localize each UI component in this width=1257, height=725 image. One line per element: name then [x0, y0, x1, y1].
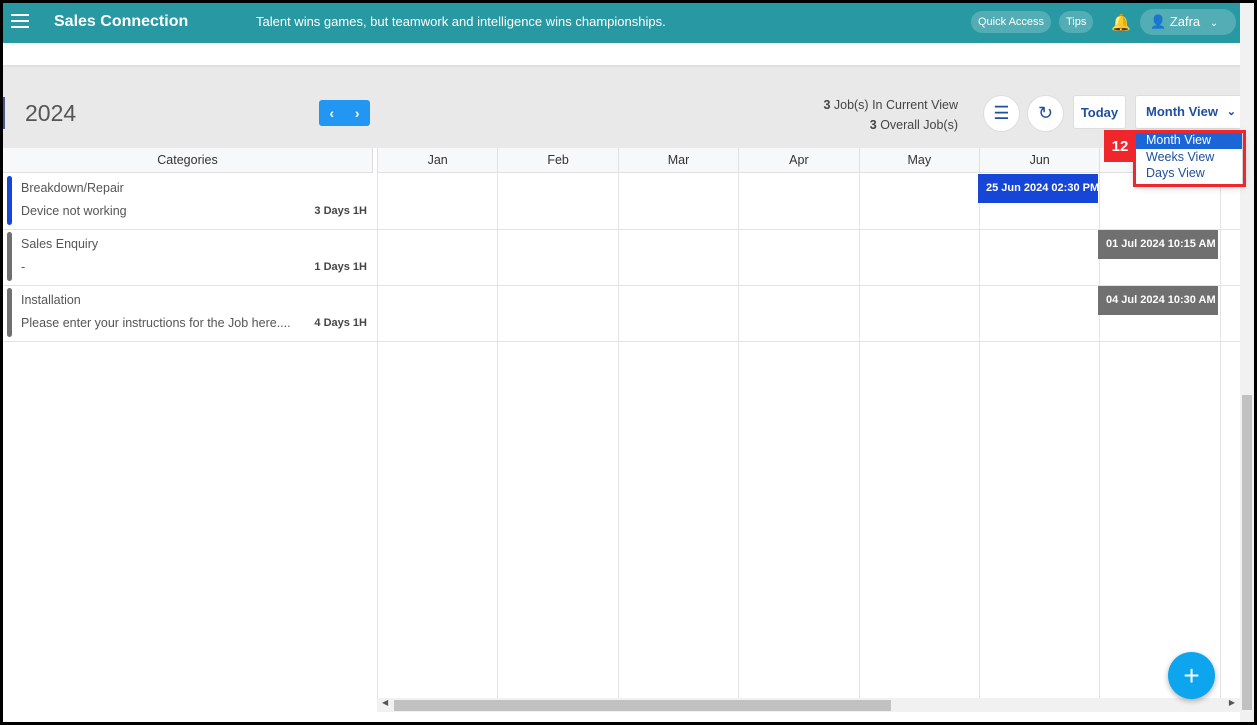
category-duration: 4 Days 1H	[314, 317, 367, 329]
job-event[interactable]: 01 Jul 2024 10:15 AM	[1098, 230, 1218, 259]
column-divider	[1219, 173, 1221, 698]
vertical-scroll-thumb[interactable]	[1242, 395, 1252, 710]
month-header: Mar	[617, 148, 739, 173]
annotation-badge: 12	[1104, 130, 1136, 162]
refresh-icon: ↻	[1037, 103, 1054, 123]
column-divider	[497, 173, 499, 698]
bell-icon[interactable]: 🔔	[1111, 13, 1131, 33]
category-color-bar	[7, 288, 12, 337]
scroll-right-icon[interactable]: ▶	[1229, 698, 1235, 707]
row-divider	[3, 341, 1240, 342]
filter-icon: ☰	[993, 103, 1010, 123]
category-color-bar	[7, 232, 12, 281]
today-button[interactable]: Today	[1073, 95, 1126, 129]
sub-header-strip	[3, 43, 1240, 67]
column-divider	[738, 173, 740, 698]
hamburger-menu-icon[interactable]	[11, 14, 29, 32]
timeline-grid: Categories Jan Feb Mar Apr May Jun Breakdown/…	[3, 148, 1240, 698]
categories-header: Categories	[3, 148, 373, 173]
category-desc: -	[21, 260, 26, 274]
top-header: Sales Connection Talent wins games, but …	[3, 3, 1240, 43]
month-header: Apr	[738, 148, 859, 173]
add-job-button[interactable]: +	[1168, 652, 1215, 699]
category-duration: 3 Days 1H	[314, 205, 367, 217]
year-label: 2024	[25, 100, 77, 126]
chevron-down-icon: ⌄	[1209, 18, 1219, 29]
app-window: Sales Connection Talent wins games, but …	[3, 3, 1254, 722]
tips-button[interactable]: Tips	[1059, 11, 1094, 33]
scroll-left-icon[interactable]: ◀	[382, 698, 388, 707]
vertical-scrollbar[interactable]	[1240, 3, 1254, 722]
header-quote: Talent wins games, but teamwork and inte…	[256, 14, 666, 29]
category-row[interactable]: Sales Enquiry - 1 Days 1H	[3, 229, 373, 285]
category-row[interactable]: Installation Please enter your instructi…	[3, 285, 373, 341]
category-desc: Device not working	[21, 204, 127, 218]
category-row[interactable]: Breakdown/Repair Device not working 3 Da…	[3, 173, 373, 229]
horizontal-scrollbar[interactable]: ◀ ▶	[377, 698, 1240, 712]
prev-button[interactable]: ‹	[329, 105, 334, 121]
category-color-bar	[7, 176, 12, 225]
user-icon: 👤	[1150, 14, 1167, 29]
column-divider	[617, 173, 619, 698]
current-label: Job(s) In Current View	[830, 98, 958, 112]
view-select[interactable]: Month View ⌄	[1135, 95, 1243, 129]
chevron-down-icon: ⌄	[1226, 106, 1236, 118]
month-header: Feb	[497, 148, 618, 173]
column-divider	[979, 173, 980, 698]
next-button[interactable]: ›	[355, 105, 360, 121]
overall-count: 3	[869, 118, 877, 132]
column-divider	[858, 173, 860, 698]
category-desc: Please enter your instructions for the J…	[21, 316, 291, 330]
job-event[interactable]: 04 Jul 2024 10:30 AM	[1098, 286, 1218, 315]
horizontal-scroll-thumb[interactable]	[394, 700, 891, 711]
category-title: Breakdown/Repair	[21, 181, 124, 195]
view-select-value: Month View	[1146, 104, 1218, 119]
category-title: Sales Enquiry	[21, 237, 99, 251]
column-divider	[377, 173, 378, 698]
user-name: Zafra	[1169, 14, 1201, 29]
annotation-box	[1133, 130, 1246, 187]
overall-label: Overall Job(s)	[876, 118, 958, 132]
month-header: May	[858, 148, 979, 173]
quick-access-button[interactable]: Quick Access	[971, 11, 1052, 33]
job-event[interactable]: 25 Jun 2024 02:30 PM	[978, 174, 1098, 203]
month-header: Jun	[979, 148, 1100, 173]
year-indicator	[3, 97, 5, 129]
category-title: Installation	[21, 293, 81, 307]
user-menu[interactable]: 👤 Zafra ⌄	[1140, 9, 1236, 35]
period-nav: ‹ ›	[319, 100, 370, 126]
app-title: Sales Connection	[54, 13, 189, 30]
category-duration: 1 Days 1H	[314, 261, 367, 273]
calendar-toolbar: 2024 ‹ › 3 Job(s) In Current View 3 Over…	[3, 67, 1243, 148]
job-counts: 3 Job(s) In Current View 3 Overall Job(s…	[823, 95, 958, 135]
refresh-button[interactable]: ↻	[1027, 95, 1064, 132]
month-header: Jan	[377, 148, 498, 173]
filter-button[interactable]: ☰	[983, 95, 1020, 132]
